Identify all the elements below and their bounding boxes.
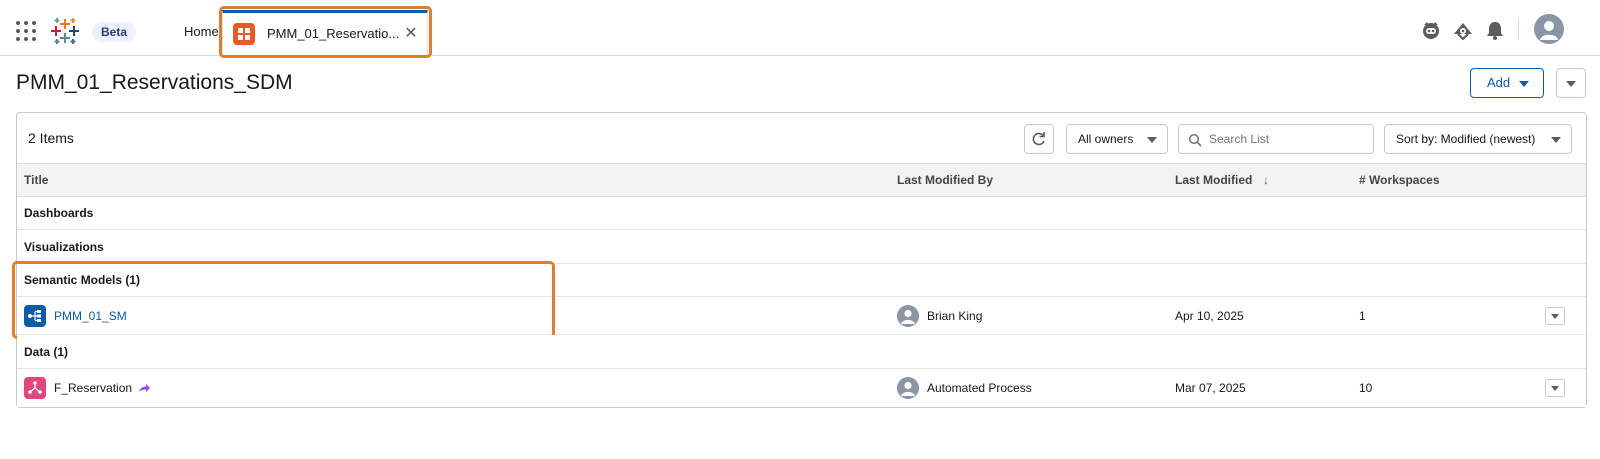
semantic-model-icon: [24, 305, 46, 327]
row-actions-button[interactable]: [1545, 307, 1565, 325]
table-row: PMM_01_SM Brian King Apr 10, 2025 1: [17, 297, 1586, 335]
owners-filter-select[interactable]: All owners: [1066, 124, 1168, 154]
group-label: Semantic Models (1): [24, 273, 141, 287]
add-button[interactable]: Add: [1470, 68, 1544, 98]
search-input[interactable]: [1209, 130, 1369, 148]
group-row-visualizations: Visualizations: [17, 230, 1586, 264]
global-header: Beta Home PMM_01_Reservatio... ✕: [0, 0, 1600, 58]
tab-pmm-reservations[interactable]: PMM_01_Reservatio... ✕: [222, 10, 428, 56]
refresh-button[interactable]: [1024, 124, 1054, 154]
table-row: F_Reservation Automated Process Mar 07, …: [17, 369, 1586, 407]
sort-descending-icon: ↓: [1263, 173, 1269, 187]
dashboard-tab-icon: [233, 23, 255, 45]
beta-badge: Beta: [92, 22, 137, 42]
refresh-icon: [1032, 132, 1045, 146]
user-avatar-icon[interactable]: [1534, 14, 1564, 44]
item-title[interactable]: F_Reservation: [54, 380, 132, 396]
tab-home[interactable]: Home: [184, 22, 219, 42]
search-list-field[interactable]: [1178, 124, 1374, 154]
group-label: Dashboards: [24, 206, 94, 220]
sort-select[interactable]: Sort by: Modified (newest): [1384, 124, 1572, 154]
column-header-title[interactable]: Title: [24, 164, 48, 196]
chevron-down-icon: [1551, 314, 1559, 319]
user-avatar: [897, 377, 919, 399]
agent-icon[interactable]: [1420, 19, 1442, 41]
column-header-last-modified[interactable]: Last Modified: [1175, 164, 1252, 196]
last-modified-date: Apr 10, 2025: [1175, 309, 1244, 323]
owners-filter-value: All owners: [1078, 132, 1134, 146]
data-object-icon: [24, 377, 46, 399]
close-tab-icon[interactable]: ✕: [401, 24, 421, 44]
chevron-down-icon: [1566, 81, 1576, 87]
page-title: PMM_01_Reservations_SDM: [16, 71, 293, 94]
setup-icon[interactable]: [1452, 19, 1474, 41]
chevron-down-icon: [1147, 137, 1157, 143]
column-header-last-modified-by[interactable]: Last Modified By: [897, 164, 993, 196]
group-row-semantic-models: Semantic Models (1): [17, 264, 1586, 297]
app-launcher-icon[interactable]: [16, 21, 36, 41]
notifications-bell-icon[interactable]: [1484, 19, 1506, 41]
sort-value: Sort by: Modified (newest): [1396, 132, 1536, 146]
column-header-workspaces[interactable]: # Workspaces: [1359, 164, 1440, 196]
shared-arrow-icon: [139, 384, 150, 392]
chevron-down-icon: [1551, 386, 1559, 391]
header-divider: [1518, 18, 1519, 40]
add-button-label: Add: [1487, 75, 1511, 90]
last-modified-date: Mar 07, 2025: [1175, 381, 1246, 395]
chevron-down-icon: [1519, 81, 1529, 87]
group-row-dashboards: Dashboards: [17, 197, 1586, 230]
table-header: Title Last Modified By Last Modified ↓ #…: [17, 163, 1586, 197]
tab-label: PMM_01_Reservatio...: [267, 26, 400, 41]
last-modified-by[interactable]: Automated Process: [927, 380, 1032, 396]
row-actions-button[interactable]: [1545, 379, 1565, 397]
user-avatar: [897, 305, 919, 327]
group-row-data: Data (1): [17, 335, 1586, 369]
chevron-down-icon: [1551, 137, 1561, 143]
items-count: 2 Items: [28, 130, 74, 146]
search-icon: [1188, 133, 1202, 147]
group-label: Data (1): [24, 345, 69, 359]
tableau-logo-icon[interactable]: [50, 16, 80, 46]
group-label: Visualizations: [24, 240, 104, 254]
page-actions-menu-button[interactable]: [1556, 68, 1586, 98]
workspaces-count: 1: [1359, 309, 1366, 323]
item-title-link[interactable]: PMM_01_SM: [54, 308, 127, 324]
workspaces-count: 10: [1359, 381, 1373, 395]
last-modified-by[interactable]: Brian King: [927, 308, 982, 324]
